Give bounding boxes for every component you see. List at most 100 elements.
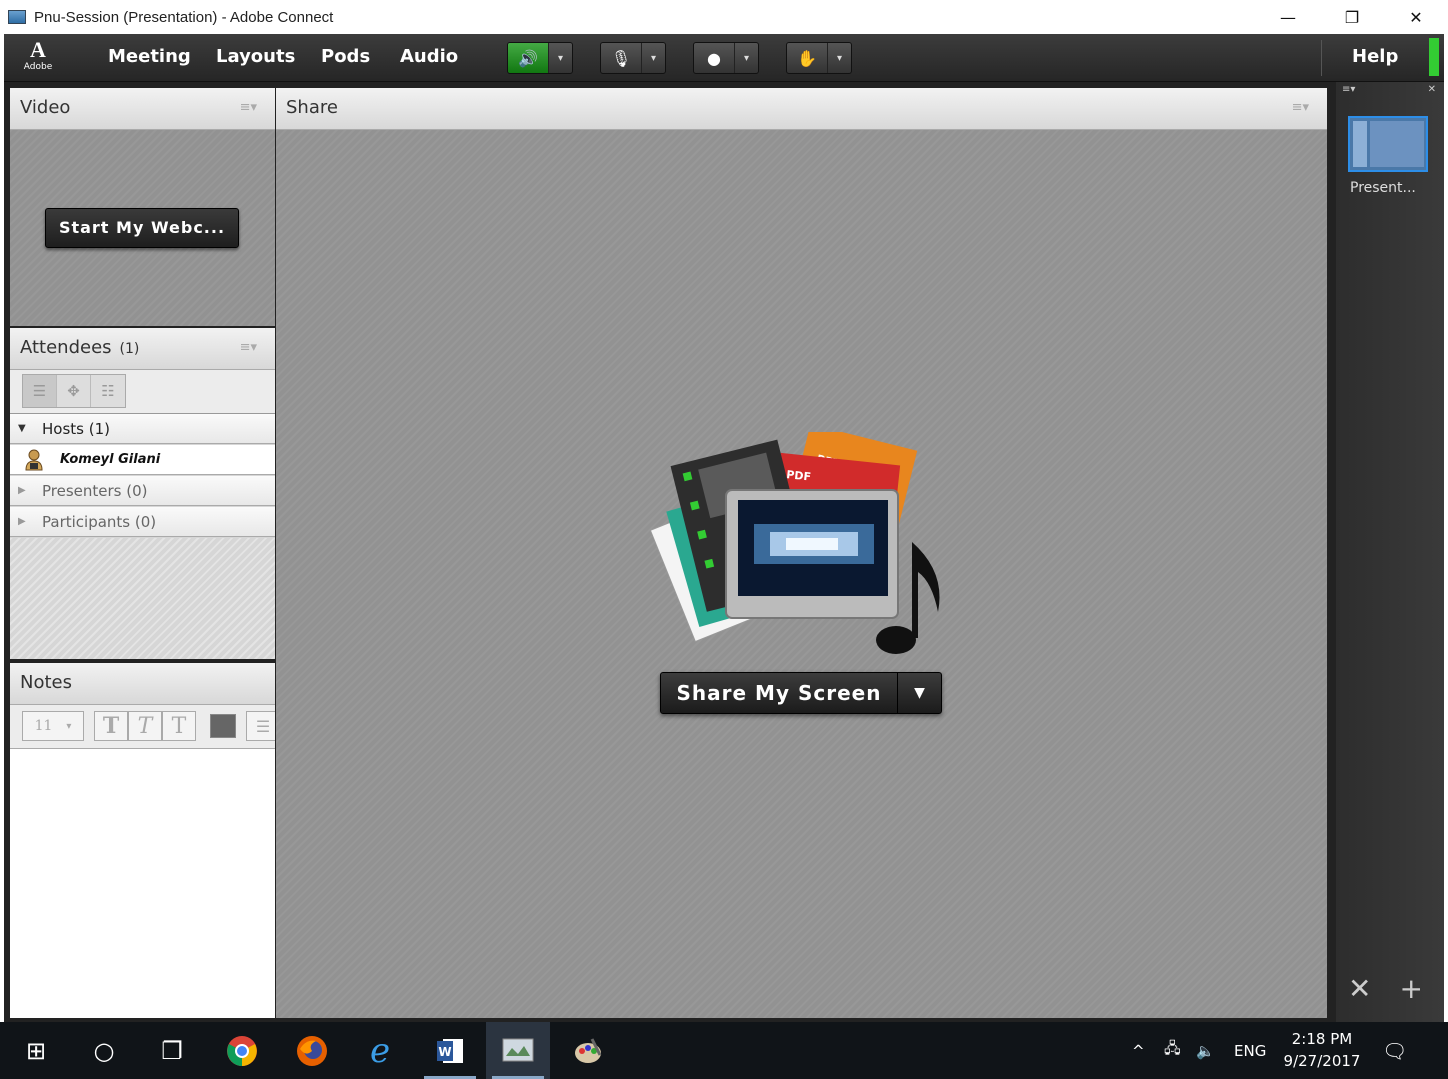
- status-view-icon[interactable]: ☷: [91, 375, 125, 407]
- attendees-empty-area: [10, 538, 275, 659]
- input-language[interactable]: ENG: [1234, 1022, 1266, 1079]
- bold-button[interactable]: T: [94, 711, 128, 741]
- windows-taskbar: ⊞ ○ ❐ e W ^ 🖧 🔈 ENG 2:18 PM 9/27/2017 🗨: [0, 1022, 1448, 1079]
- share-pod-menu-icon[interactable]: ≡▾: [1292, 100, 1309, 115]
- firefox-icon[interactable]: [280, 1022, 344, 1079]
- menu-audio[interactable]: Audio: [400, 34, 458, 82]
- collapsed-arrow-icon: ▶: [18, 516, 26, 527]
- share-options-dropdown-icon[interactable]: ▼: [897, 673, 941, 713]
- adobe-logo: A Adobe: [20, 38, 56, 78]
- speaker-dropdown[interactable]: ▾: [548, 43, 572, 73]
- attendee-row[interactable]: Komeyl Gilani: [10, 445, 275, 475]
- restore-button[interactable]: ❐: [1320, 0, 1384, 34]
- video-pod-header: Video ≡▾: [10, 88, 275, 130]
- expanded-arrow-icon: ▼: [18, 423, 26, 434]
- window-title: Pnu-Session (Presentation) - Adobe Conne…: [34, 8, 334, 26]
- svg-text:W: W: [438, 1045, 451, 1059]
- layouts-panel-close-icon[interactable]: ✕: [1428, 84, 1436, 95]
- presenters-group-label: Presenters (0): [42, 481, 148, 500]
- video-pod: Video ≡▾ Start My Webc...: [10, 88, 275, 326]
- adobe-connect-app-icon: [8, 10, 26, 24]
- menu-help[interactable]: Help: [1352, 34, 1398, 82]
- breakout-view-icon[interactable]: ✥: [57, 375, 91, 407]
- search-cortana-icon[interactable]: ○: [72, 1022, 136, 1079]
- chevron-down-icon: ▾: [66, 720, 72, 732]
- clock-date: 9/27/2017: [1283, 1052, 1361, 1070]
- host-user-icon: [24, 449, 44, 471]
- video-pod-title: Video: [20, 97, 71, 118]
- system-clock[interactable]: 2:18 PM 9/27/2017: [1280, 1028, 1364, 1072]
- close-button[interactable]: ✕: [1384, 0, 1448, 34]
- webcam-dropdown[interactable]: ▾: [734, 43, 758, 73]
- adobe-connect-taskbar-icon[interactable]: [486, 1022, 550, 1079]
- layouts-panel: ≡▾ ✕ Present... ✕ +: [1336, 82, 1444, 1022]
- share-pod-body: PPT PDF Share My Screen ▼: [276, 130, 1327, 1018]
- speaker-icon[interactable]: 🔊: [508, 43, 548, 73]
- layouts-panel-header: ≡▾ ✕: [1342, 84, 1438, 98]
- adobe-logo-mark: A: [30, 37, 46, 62]
- paint-icon[interactable]: [556, 1022, 620, 1079]
- start-windows-icon[interactable]: ⊞: [4, 1022, 68, 1079]
- volume-icon[interactable]: 🔈: [1196, 1022, 1215, 1079]
- attendees-count: (1): [119, 341, 140, 357]
- meeting-stage: Video ≡▾ Start My Webc... Attendees (1) ≡…: [4, 82, 1444, 1022]
- start-webcam-button[interactable]: Start My Webc...: [45, 208, 239, 248]
- word-icon[interactable]: W: [418, 1022, 482, 1079]
- webcam-icon[interactable]: ●: [694, 43, 734, 73]
- window-controls: — ❐ ✕: [1256, 0, 1448, 34]
- webcam-control: ● ▾: [693, 42, 759, 74]
- minimize-button[interactable]: —: [1256, 0, 1320, 34]
- presenters-group-row[interactable]: ▶ Presenters (0): [10, 476, 275, 506]
- font-size-select[interactable]: 11 ▾: [22, 711, 84, 741]
- raise-hand-control: ✋ ▾: [786, 42, 852, 74]
- microphone-dropdown[interactable]: ▾: [641, 43, 665, 73]
- attendees-pod-title: Attendees (1): [20, 328, 139, 369]
- collapsed-arrow-icon: ▶: [18, 485, 26, 496]
- manage-layouts-icon[interactable]: ✕: [1348, 972, 1371, 1005]
- menubar-divider: [1321, 40, 1322, 76]
- list-view-icon[interactable]: ☰: [23, 375, 57, 407]
- text-color-button[interactable]: [206, 711, 240, 741]
- raise-hand-dropdown[interactable]: ▾: [827, 43, 851, 73]
- chrome-icon[interactable]: [210, 1022, 274, 1079]
- bullet-list-icon[interactable]: ☰: [246, 711, 275, 741]
- tray-overflow-icon[interactable]: ^: [1132, 1022, 1145, 1079]
- thumbnail-main-pane: [1370, 121, 1424, 167]
- attendees-view-switcher: ☰ ✥ ☷: [22, 374, 126, 408]
- notes-toolbar: 11 ▾ T T T ☰: [10, 705, 275, 749]
- notes-pod-header: Notes: [10, 663, 275, 705]
- video-pod-menu-icon[interactable]: ≡▾: [240, 100, 257, 115]
- notes-pod: Notes 11 ▾ T T T ☰: [10, 663, 275, 1018]
- notes-text-area[interactable]: [10, 749, 275, 1018]
- presentation-layout-thumbnail[interactable]: [1348, 116, 1428, 172]
- font-size-value: 11: [34, 718, 53, 734]
- raise-hand-icon[interactable]: ✋: [787, 43, 827, 73]
- layouts-panel-menu-icon[interactable]: ≡▾: [1342, 84, 1355, 95]
- notifications-icon[interactable]: 🗨: [1382, 1022, 1407, 1079]
- menu-pods[interactable]: Pods: [321, 34, 370, 82]
- layouts-panel-tools: ✕ +: [1348, 972, 1423, 1005]
- participants-group-row[interactable]: ▶ Participants (0): [10, 507, 275, 537]
- attendees-toolbar: ☰ ✥ ☷: [10, 370, 275, 414]
- share-my-screen-button: Share My Screen ▼: [660, 672, 942, 714]
- network-icon[interactable]: 🖧: [1164, 1022, 1181, 1079]
- presentation-layout-label: Present...: [1350, 180, 1416, 196]
- underline-button[interactable]: T: [162, 711, 196, 741]
- menu-layouts[interactable]: Layouts: [216, 34, 295, 82]
- color-swatch-icon: [210, 714, 236, 738]
- title-bar: Pnu-Session (Presentation) - Adobe Conne…: [0, 0, 1448, 34]
- share-my-screen-label[interactable]: Share My Screen: [661, 673, 897, 713]
- italic-button[interactable]: T: [128, 711, 162, 741]
- share-content-illustration: PPT PDF: [649, 432, 940, 654]
- hosts-group-label: Hosts (1): [42, 419, 110, 438]
- add-layout-icon[interactable]: +: [1399, 972, 1422, 1005]
- connection-status-indicator: [1429, 38, 1439, 76]
- task-view-icon[interactable]: ❐: [140, 1022, 204, 1079]
- menu-meeting[interactable]: Meeting: [108, 34, 191, 82]
- attendees-pod-menu-icon[interactable]: ≡▾: [240, 340, 257, 355]
- microphone-icon[interactable]: 🎙: [601, 43, 641, 73]
- clock-time: 2:18 PM: [1291, 1030, 1353, 1048]
- hosts-group-row[interactable]: ▼ Hosts (1): [10, 414, 275, 444]
- video-pod-body: Start My Webc...: [10, 130, 275, 326]
- internet-explorer-icon[interactable]: e: [348, 1022, 412, 1079]
